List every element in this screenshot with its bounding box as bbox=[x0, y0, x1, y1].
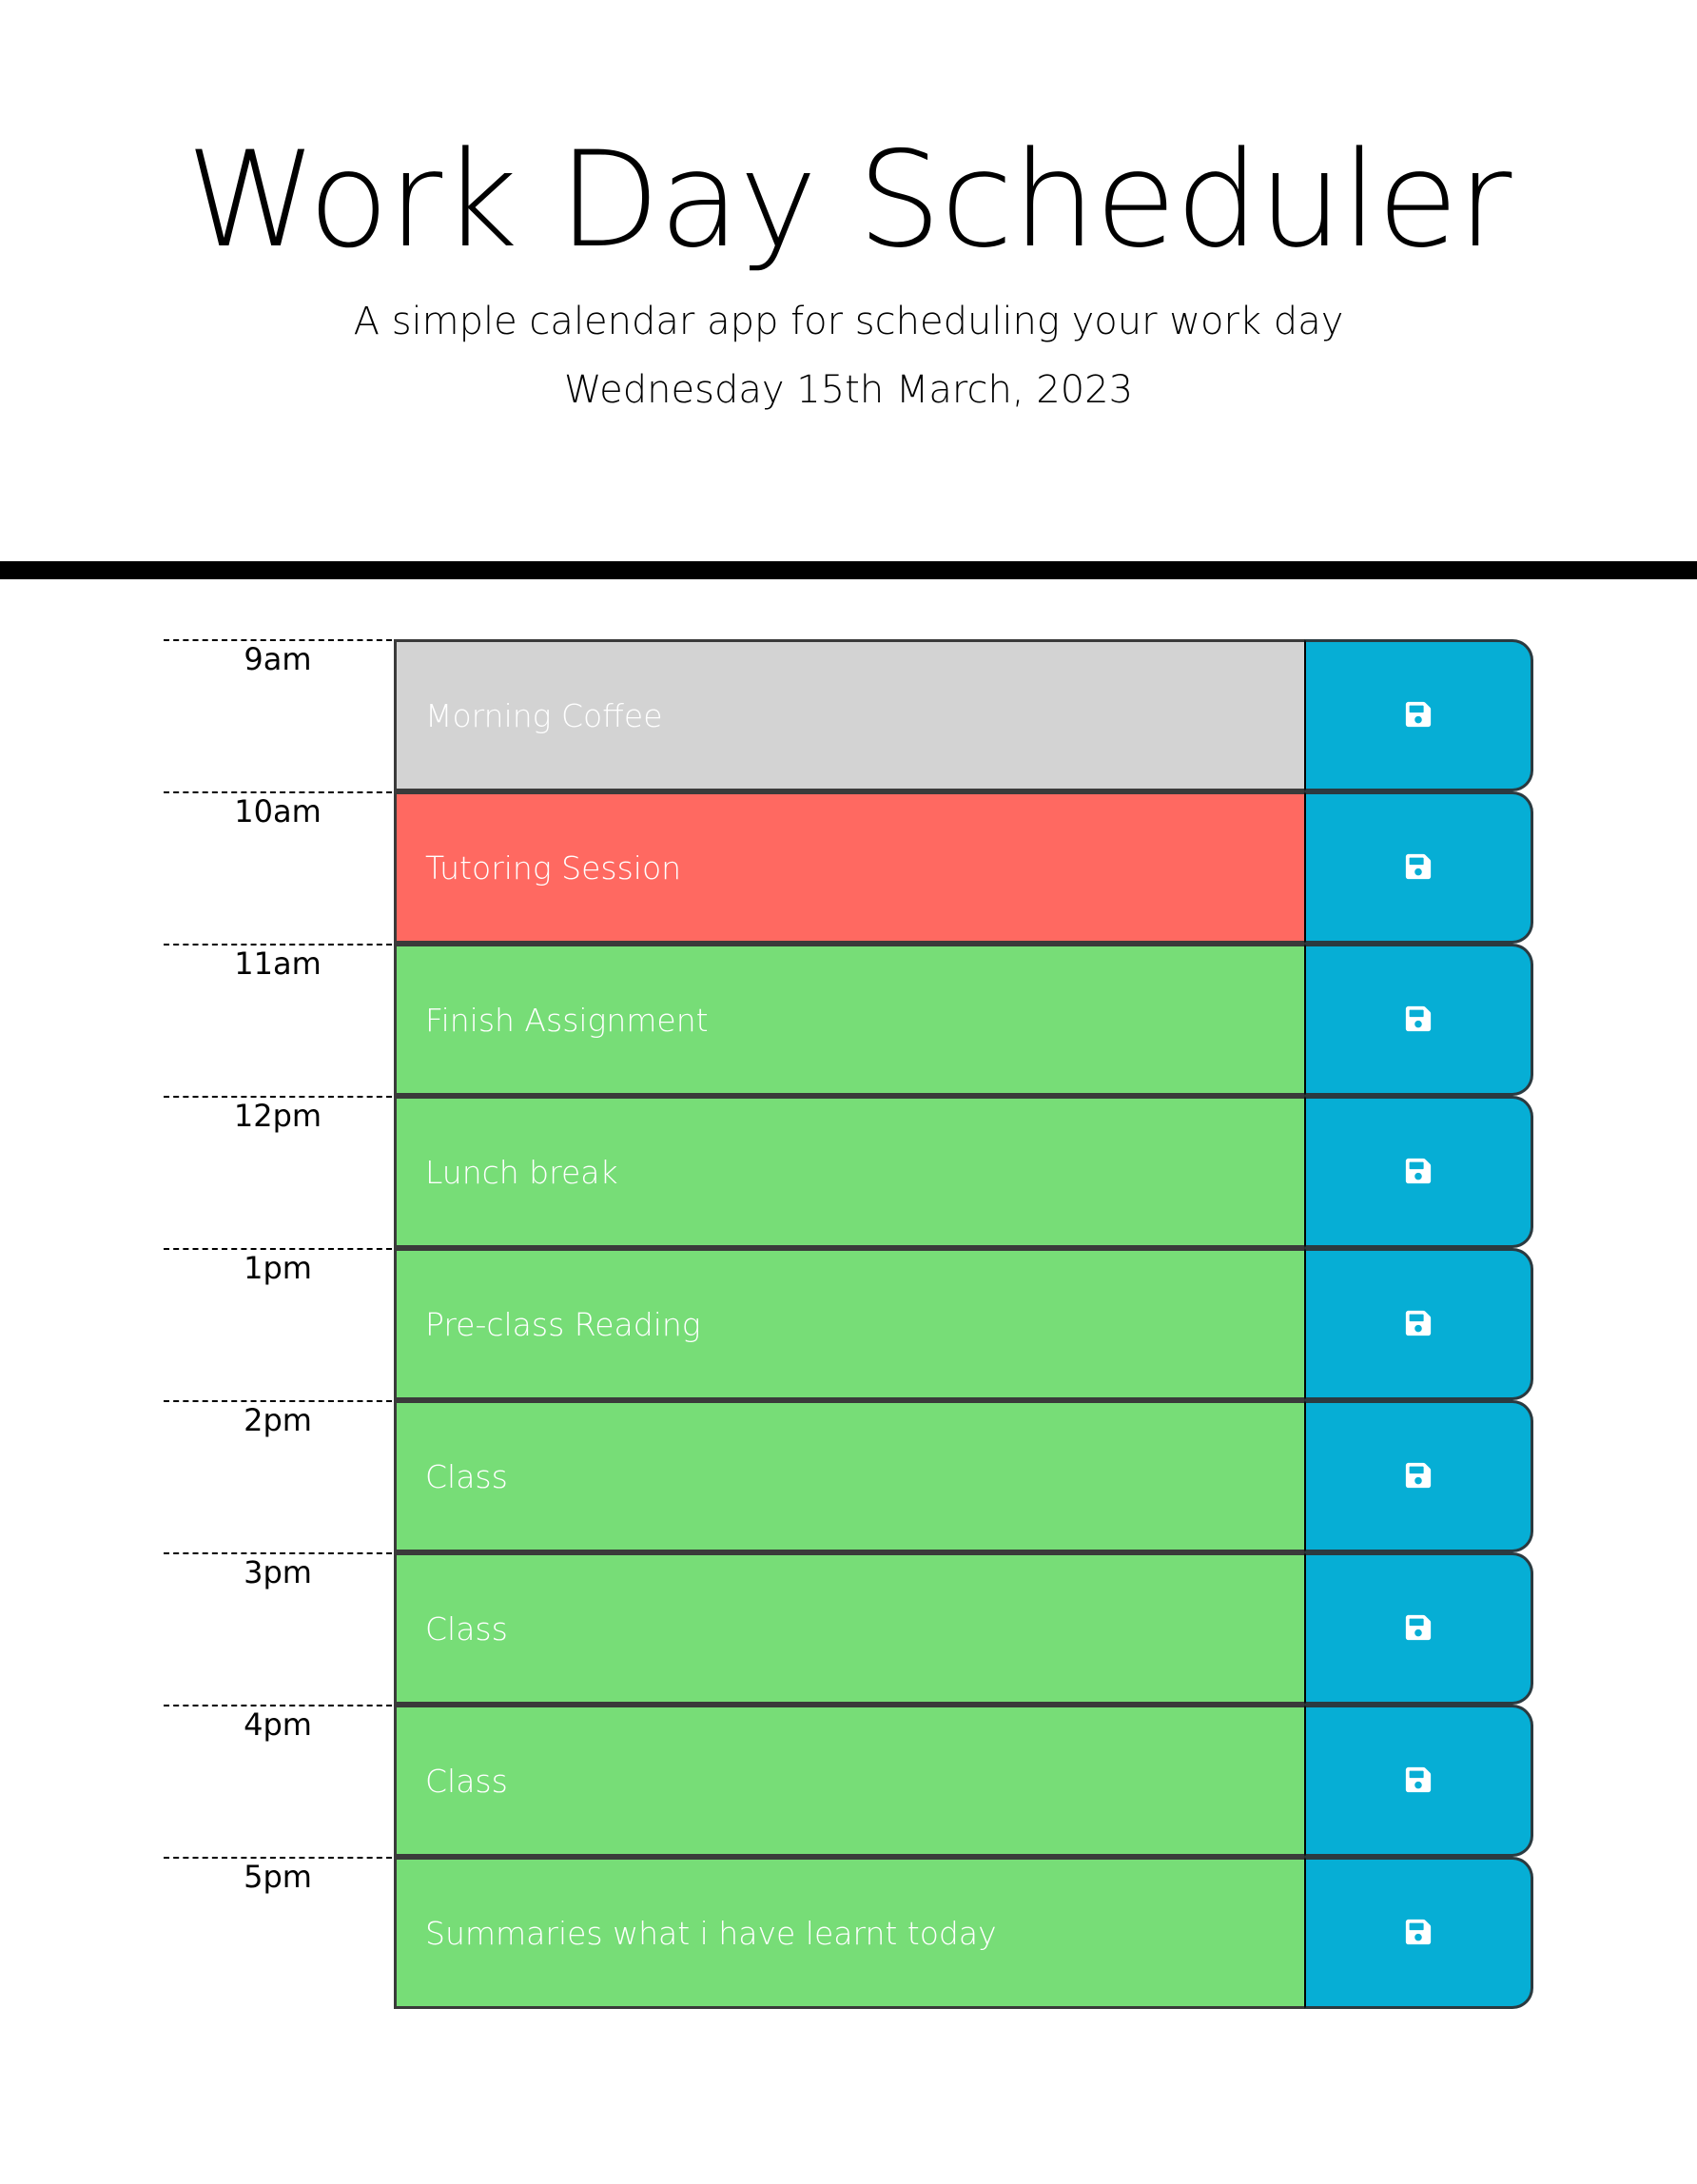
time-block-12pm: 12pm Lunch break bbox=[164, 1096, 1533, 1248]
save-button[interactable] bbox=[1305, 1248, 1533, 1400]
floppy-disk-icon bbox=[1404, 1613, 1433, 1645]
time-block-9am: 9am Morning Coffee bbox=[164, 639, 1533, 791]
page-subtitle: A simple calendar app for scheduling you… bbox=[353, 300, 1344, 343]
save-button[interactable] bbox=[1305, 1857, 1533, 2009]
floppy-disk-icon bbox=[1404, 1004, 1433, 1036]
floppy-disk-icon bbox=[1404, 1461, 1433, 1492]
event-description[interactable]: Class bbox=[394, 1552, 1305, 1705]
time-block-4pm: 4pm Class bbox=[164, 1705, 1533, 1857]
event-description[interactable]: Morning Coffee bbox=[394, 639, 1305, 791]
event-description[interactable]: Finish Assignment bbox=[394, 944, 1305, 1096]
save-button[interactable] bbox=[1305, 944, 1533, 1096]
event-description[interactable]: Class bbox=[394, 1400, 1305, 1552]
event-description[interactable]: Summaries what i have learnt today bbox=[394, 1857, 1305, 2009]
time-block-1pm: 1pm Pre-class Reading bbox=[164, 1248, 1533, 1400]
time-block-11am: 11am Finish Assignment bbox=[164, 944, 1533, 1096]
event-description[interactable]: Tutoring Session bbox=[394, 791, 1305, 944]
time-block-3pm: 3pm Class bbox=[164, 1552, 1533, 1705]
page-title: Work Day Scheduler bbox=[185, 123, 1512, 277]
save-button[interactable] bbox=[1305, 1096, 1533, 1248]
floppy-disk-icon bbox=[1404, 1157, 1433, 1188]
hour-label: 4pm bbox=[164, 1705, 392, 1855]
current-day: Wednesday 15th March, 2023 bbox=[563, 368, 1134, 412]
event-description[interactable]: Lunch break bbox=[394, 1096, 1305, 1248]
hour-label: 9am bbox=[164, 639, 392, 790]
floppy-disk-icon bbox=[1404, 1309, 1433, 1340]
save-button[interactable] bbox=[1305, 1552, 1533, 1705]
hour-label: 12pm bbox=[164, 1096, 392, 1246]
hour-label: 10am bbox=[164, 791, 392, 942]
save-button[interactable] bbox=[1305, 639, 1533, 791]
schedule-container: 9am Morning Coffee 10am Tutoring Session… bbox=[164, 639, 1533, 2009]
save-button[interactable] bbox=[1305, 791, 1533, 944]
save-button[interactable] bbox=[1305, 1705, 1533, 1857]
hour-label: 11am bbox=[164, 944, 392, 1094]
floppy-disk-icon bbox=[1404, 1765, 1433, 1797]
header: Work Day Scheduler A simple calendar app… bbox=[0, 0, 1697, 579]
floppy-disk-icon bbox=[1404, 852, 1433, 884]
floppy-disk-icon bbox=[1404, 1918, 1433, 1949]
hour-label: 1pm bbox=[164, 1248, 392, 1398]
hour-label: 2pm bbox=[164, 1400, 392, 1550]
time-block-10am: 10am Tutoring Session bbox=[164, 791, 1533, 944]
save-button[interactable] bbox=[1305, 1400, 1533, 1552]
hour-label: 5pm bbox=[164, 1857, 392, 2007]
hour-label: 3pm bbox=[164, 1552, 392, 1703]
event-description[interactable]: Pre-class Reading bbox=[394, 1248, 1305, 1400]
time-block-5pm: 5pm Summaries what i have learnt today bbox=[164, 1857, 1533, 2009]
time-block-2pm: 2pm Class bbox=[164, 1400, 1533, 1552]
floppy-disk-icon bbox=[1404, 700, 1433, 731]
event-description[interactable]: Class bbox=[394, 1705, 1305, 1857]
